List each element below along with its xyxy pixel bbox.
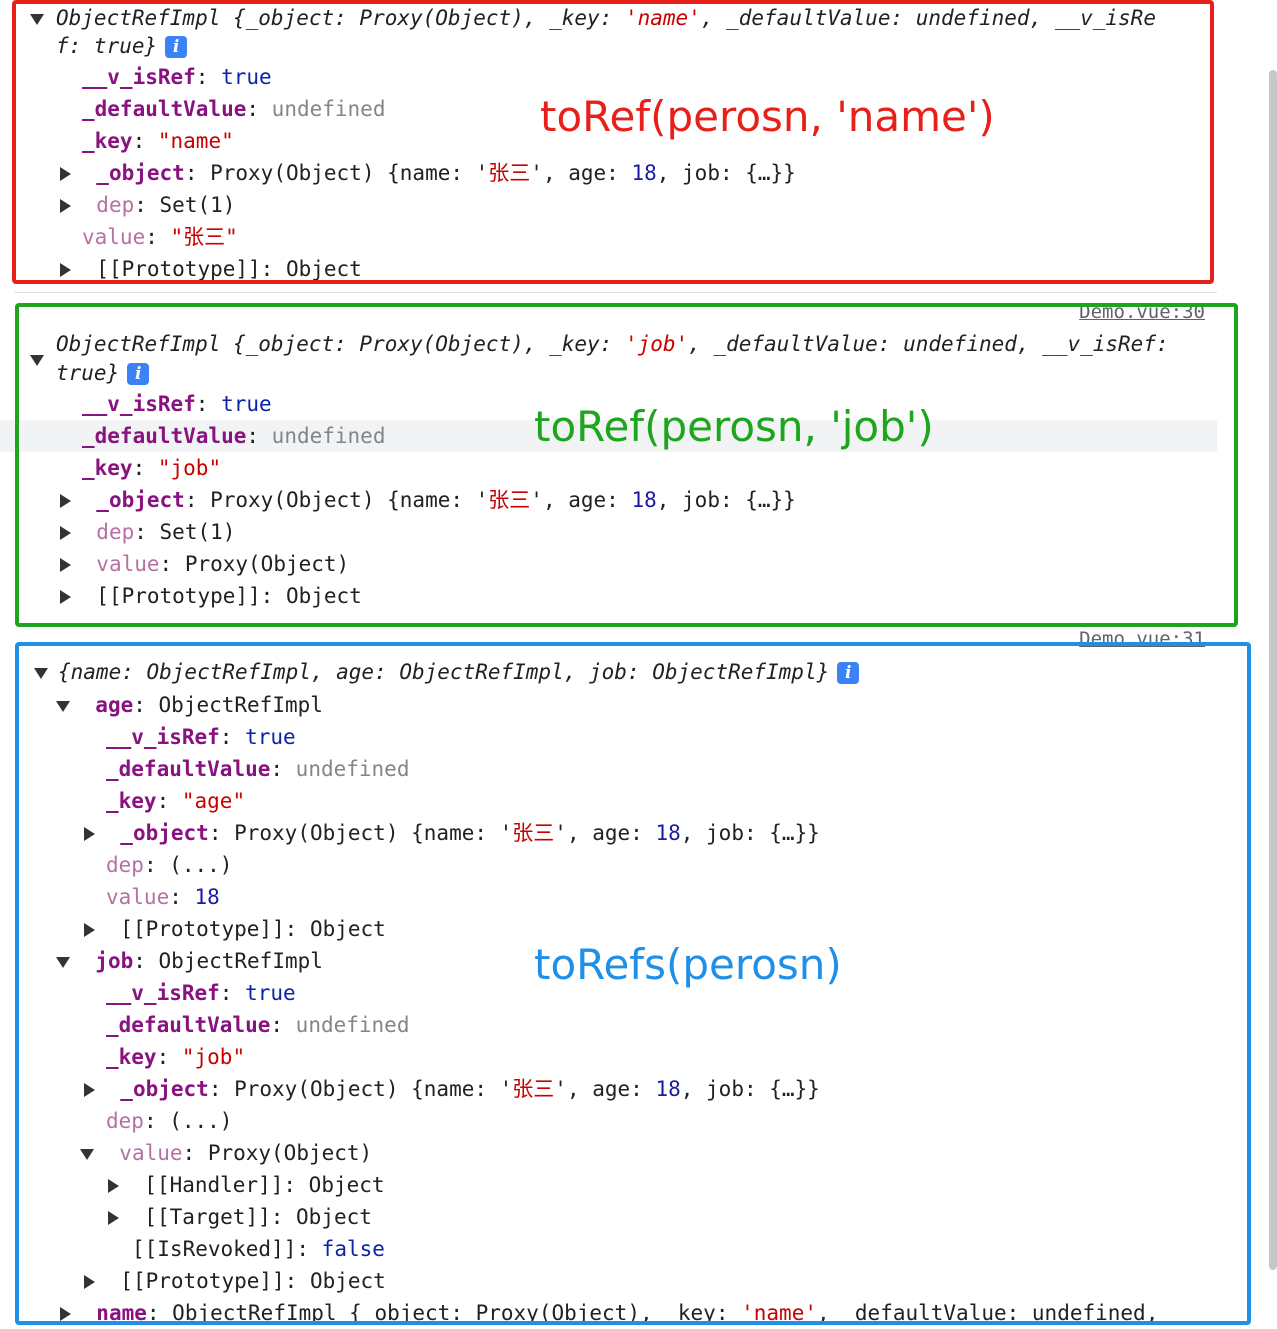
scrollbar[interactable]	[1269, 70, 1277, 1270]
highlight-box-red	[12, 0, 1214, 284]
divider	[14, 292, 1217, 293]
highlight-box-blue	[15, 642, 1251, 1325]
highlight-box-green	[15, 303, 1238, 627]
